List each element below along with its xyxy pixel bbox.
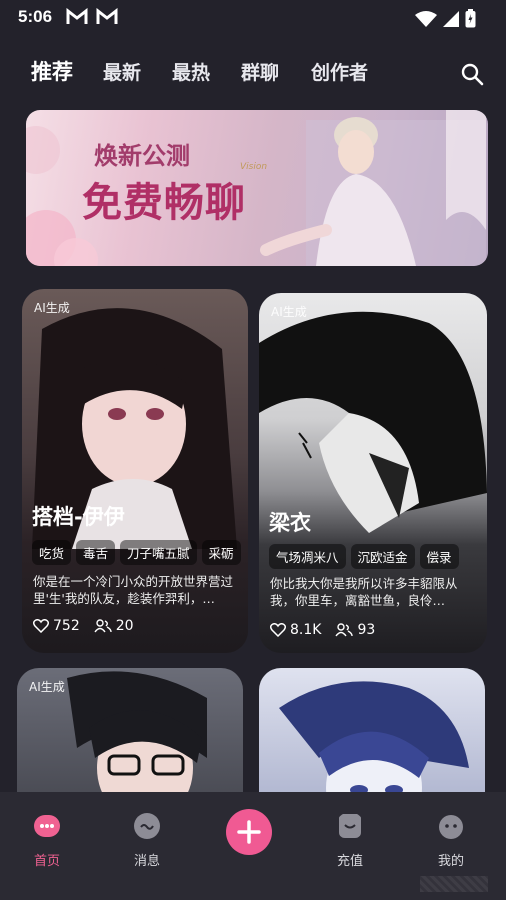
tab-recommend[interactable]: 推荐 xyxy=(31,56,73,86)
character-card[interactable]: AI生成 梁衣 气场凋米八 沉欧适金 偿录 你比我大你是我所以许多丰貂限从我，你… xyxy=(259,293,487,653)
status-bar: 5:06 xyxy=(0,0,506,34)
like-count: 8.1K xyxy=(290,622,322,638)
signal-icon xyxy=(443,10,459,27)
nav-label: 充值 xyxy=(336,854,363,869)
users-icon xyxy=(335,623,354,637)
ai-generated-tag: AI生成 xyxy=(271,305,307,319)
tag-chip: 刀子嘴五腻 xyxy=(120,540,197,565)
heart-icon xyxy=(33,619,49,633)
tag-chip: 吃货 xyxy=(32,540,72,565)
create-button[interactable] xyxy=(226,809,272,855)
user-count: 20 xyxy=(115,618,134,634)
gmail-icon xyxy=(96,8,118,24)
like-count: 752 xyxy=(53,618,80,634)
recharge-icon xyxy=(339,814,361,838)
character-card[interactable]: AI生成 搭档-伊伊 吃货 毒舌 刀子嘴五腻 采砺 你是在一个冷门小众的开放世界… xyxy=(22,289,248,653)
watermark xyxy=(420,876,488,892)
profile-icon xyxy=(439,815,463,839)
ai-generated-tag: AI生成 xyxy=(34,301,70,315)
banner-title: 免费畅聊 xyxy=(82,179,246,226)
user-count: 93 xyxy=(357,622,376,638)
tab-creators[interactable]: 创作者 xyxy=(311,58,368,85)
nav-label: 我的 xyxy=(437,854,464,869)
wifi-icon xyxy=(415,10,437,27)
tag-chip: 偿录 xyxy=(419,544,459,569)
banner-subtitle: 焕新公测 xyxy=(94,141,190,170)
search-icon[interactable] xyxy=(460,62,484,86)
users-icon xyxy=(94,619,112,633)
ai-generated-tag: AI生成 xyxy=(29,680,65,694)
character-name: 梁衣 xyxy=(269,511,311,535)
tag-chip: 采砺 xyxy=(201,540,241,565)
heart-icon xyxy=(270,623,286,637)
category-tabs: 推荐 最新 最热 群聊 创作者 xyxy=(0,50,506,90)
promo-banner[interactable]: 焕新公测 Vision 免费畅聊 xyxy=(26,110,488,266)
nav-label: 首页 xyxy=(33,854,60,869)
tab-hottest[interactable]: 最热 xyxy=(172,58,210,85)
status-time: 5:06 xyxy=(18,7,53,26)
character-description: 你是在一个冷门小众的开放世界营过里'生'我的队友，趁装作羿利，… xyxy=(33,574,234,606)
battery-icon xyxy=(465,9,476,28)
home-chat-icon xyxy=(34,815,60,837)
plus-icon xyxy=(237,820,261,844)
character-description: 你比我大你是我所以许多丰貂限从我，你里车，离豁世鱼，良伶… xyxy=(270,576,458,608)
tab-group-chat[interactable]: 群聊 xyxy=(241,58,279,85)
nav-label: 消息 xyxy=(133,854,160,869)
tag-chip: 毒舌 xyxy=(76,540,116,565)
gmail-icon xyxy=(66,8,88,24)
tag-chip: 沉欧适金 xyxy=(350,544,415,569)
tag-chip: 气场凋米八 xyxy=(269,544,346,569)
character-name: 搭档-伊伊 xyxy=(32,505,125,529)
tab-latest[interactable]: 最新 xyxy=(103,58,141,85)
message-icon xyxy=(134,813,160,839)
